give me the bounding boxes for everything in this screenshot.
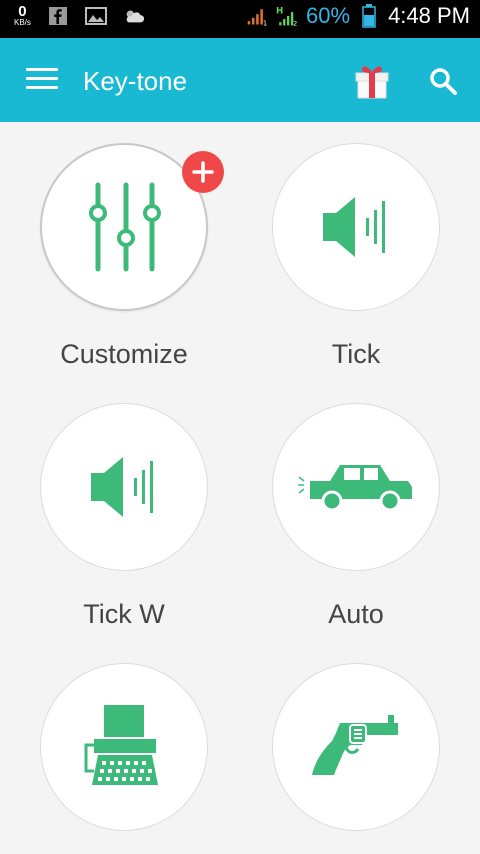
tile-auto[interactable]: Auto	[272, 403, 440, 630]
add-custom-button[interactable]	[182, 151, 224, 193]
tile-label: Customize	[60, 339, 188, 369]
hamburger-icon-line	[26, 68, 58, 71]
tile-circle	[40, 403, 208, 571]
car-icon	[298, 465, 412, 511]
search-button[interactable]	[428, 66, 460, 98]
svg-text:2: 2	[293, 20, 297, 27]
status-system: 1 H2 60% 4:48 PM	[246, 3, 470, 29]
tile-revolver[interactable]	[272, 663, 440, 831]
revolver-icon	[312, 715, 398, 775]
equalizer-icon	[89, 182, 161, 272]
tile-tick[interactable]: Tick	[272, 143, 440, 370]
gallery-icon	[84, 6, 107, 26]
net-speed-value: 0	[18, 3, 27, 20]
tile-label: Tick W	[83, 599, 165, 629]
speaker-icon	[91, 457, 153, 517]
typewriter-icon	[84, 705, 158, 785]
tile-circle	[272, 663, 440, 831]
status-notifications: 0 KB/s	[14, 4, 145, 27]
battery-icon	[358, 4, 380, 28]
svg-text:1: 1	[263, 19, 267, 27]
app-title: Key-tone	[83, 66, 188, 96]
tile-circle	[272, 143, 440, 311]
menu-button[interactable]	[26, 68, 58, 92]
plus-icon	[192, 161, 214, 183]
search-icon	[430, 68, 457, 95]
tile-label: Tick	[331, 339, 381, 369]
weather-icon	[123, 6, 145, 26]
app-bar: Key-tone	[0, 38, 480, 122]
facebook-icon	[47, 6, 69, 26]
tile-typewriter[interactable]	[40, 663, 208, 831]
clock: 4:48 PM	[388, 3, 470, 28]
tile-tick-w[interactable]: Tick W	[40, 403, 208, 630]
net-speed-indicator: 0 KB/s	[14, 4, 31, 27]
hamburger-icon-line	[26, 77, 58, 80]
status-bar: 0 KB/s 1 H2 60% 4:48 PM	[0, 0, 480, 38]
hamburger-icon-line	[26, 86, 58, 89]
gift-icon	[355, 66, 389, 99]
signal-sim1-icon: 1	[246, 6, 268, 27]
battery-percent: 60%	[306, 3, 351, 28]
tile-label: Auto	[328, 599, 384, 629]
net-speed-unit: KB/s	[14, 18, 31, 27]
network-type-label: H	[276, 7, 283, 17]
tile-circle	[272, 403, 440, 571]
gift-button[interactable]	[352, 60, 392, 100]
signal-sim2-icon: H2	[276, 6, 298, 28]
speaker-icon	[323, 197, 385, 257]
tile-circle	[40, 663, 208, 831]
